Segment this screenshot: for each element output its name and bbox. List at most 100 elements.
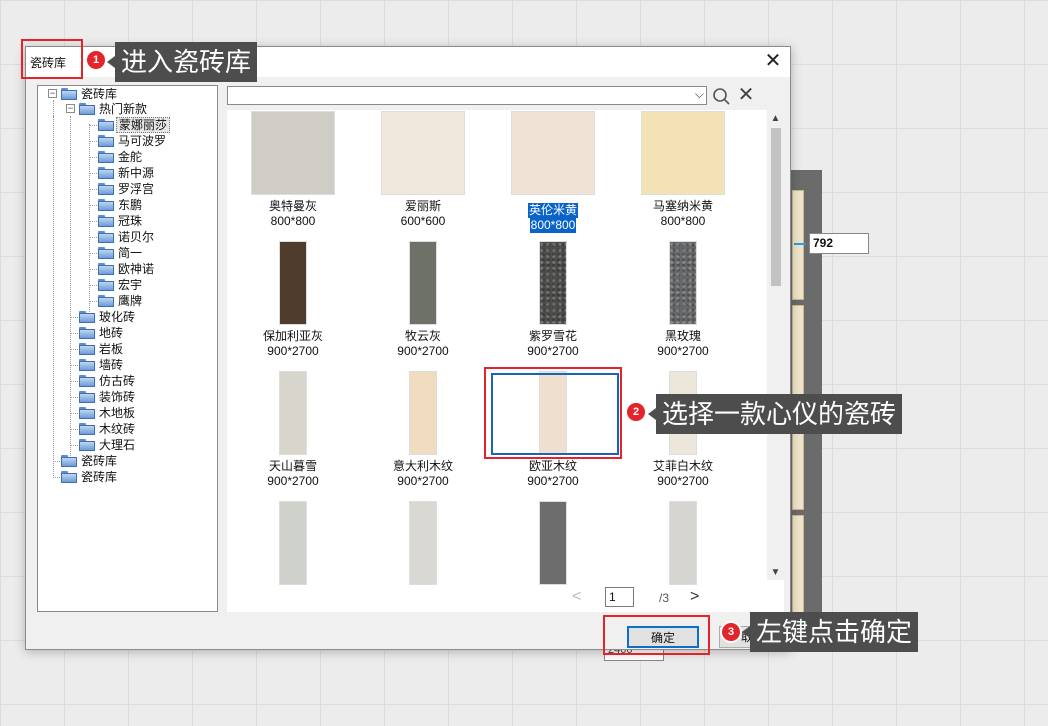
background-tile-strip — [792, 305, 804, 405]
next-page-icon[interactable]: > — [690, 588, 699, 606]
scroll-up-icon[interactable]: ▲ — [767, 112, 784, 126]
tile-item[interactable] — [228, 501, 358, 589]
tile-item[interactable]: 奥特曼灰 800*800 — [228, 111, 358, 229]
tree-item-label: 马可波罗 — [118, 134, 167, 148]
tree-item-brand[interactable]: 宏宇 — [82, 277, 217, 293]
vertical-scrollbar[interactable]: ▲ ▼ — [767, 110, 784, 580]
tile-item[interactable]: 牧云灰 900*2700 — [358, 241, 488, 359]
tree-item-root[interactable]: 瓷砖库 — [45, 453, 215, 469]
tree-item-brand[interactable]: 蒙娜丽莎 — [82, 117, 217, 133]
tree-item-brand[interactable]: 新中源 — [82, 165, 217, 181]
tree-item-label: 瓷砖库 — [81, 454, 118, 468]
close-icon[interactable]: ✕ — [762, 50, 784, 72]
tree-item-brand[interactable]: 欧神诺 — [82, 261, 217, 277]
tile-item[interactable] — [488, 501, 618, 589]
tree-item-category[interactable]: 玻化砖 — [63, 309, 213, 325]
tree-item-category[interactable]: 大理石 — [63, 437, 213, 453]
tile-thumbnail[interactable] — [669, 241, 697, 325]
step-callout-1: 进入瓷砖库 — [106, 42, 258, 82]
chevron-down-icon[interactable]: ⌵ — [695, 87, 704, 102]
tree-item-brand[interactable]: 简一 — [82, 245, 217, 261]
tile-size: 900*2700 — [397, 474, 449, 488]
tree-item-category[interactable]: 岩板 — [63, 341, 213, 357]
folder-icon — [98, 247, 114, 259]
category-tree: − 瓷砖库 − 热门新款 蒙娜丽莎 马可波罗 金舵 新中源 罗浮宫 东鹏 冠珠 诺贝尔 简一 欧神… — [37, 85, 218, 612]
tree-item-root[interactable]: 瓷砖库 — [45, 469, 215, 485]
search-icon[interactable] — [712, 87, 730, 105]
clear-icon[interactable]: ✕ — [736, 85, 756, 105]
tile-thumbnail[interactable] — [409, 501, 437, 585]
tile-item[interactable]: 欧亚木纹 900*2700 — [488, 371, 618, 489]
tree-item-label: 玻化砖 — [99, 310, 136, 324]
collapse-toggle-icon[interactable]: − — [66, 104, 75, 113]
page-input[interactable]: 1 — [605, 587, 634, 607]
tile-thumbnail[interactable] — [539, 241, 567, 325]
tree-item-label: 大理石 — [99, 438, 136, 452]
background-tile-strip — [792, 515, 804, 615]
tile-item[interactable]: 黑玫瑰 900*2700 — [618, 241, 748, 359]
tile-thumbnail[interactable] — [539, 371, 567, 455]
prev-page-icon[interactable]: < — [572, 588, 581, 606]
tile-thumbnail[interactable] — [539, 501, 567, 585]
folder-icon — [79, 327, 95, 339]
folder-icon — [98, 135, 114, 147]
tile-item[interactable]: 爱丽斯 600*600 — [358, 111, 488, 229]
step-callout-2: 选择一款心仪的瓷砖 — [647, 394, 903, 434]
tile-item[interactable]: 马塞纳米黄 800*800 — [618, 111, 748, 229]
tile-item[interactable]: 意大利木纹 900*2700 — [358, 371, 488, 489]
tile-item[interactable]: 天山暮雪 900*2700 — [228, 371, 358, 489]
tree-item-root[interactable]: − 瓷砖库 — [45, 86, 215, 102]
tree-item-category[interactable]: 装饰砖 — [63, 389, 213, 405]
tile-thumbnail[interactable] — [279, 371, 307, 455]
scroll-thumb[interactable] — [771, 128, 781, 286]
step-badge-2: 2 — [627, 403, 645, 421]
tree-item-label: 仿古砖 — [99, 374, 136, 388]
tree-item-brand[interactable]: 东鹏 — [82, 197, 217, 213]
tile-item[interactable]: 保加利亚灰 900*2700 — [228, 241, 358, 359]
tree-item-brand[interactable]: 马可波罗 — [82, 133, 217, 149]
tile-thumbnail[interactable] — [279, 501, 307, 585]
tile-thumbnail[interactable] — [641, 111, 725, 195]
scroll-down-icon[interactable]: ▼ — [767, 566, 784, 580]
tree-item-brand[interactable]: 冠珠 — [82, 213, 217, 229]
tile-grid: 奥特曼灰 800*800 爱丽斯 600*600 英伦米黄 800*800 马塞纳米黄 800… — [227, 110, 784, 612]
dimension-input[interactable]: 792 — [809, 233, 869, 254]
tile-thumbnail[interactable] — [511, 111, 595, 195]
ok-button[interactable]: 确定 — [627, 626, 699, 648]
tree-item-category[interactable]: 仿古砖 — [63, 373, 213, 389]
tree-item-brand[interactable]: 诺贝尔 — [82, 229, 217, 245]
tile-thumbnail[interactable] — [279, 241, 307, 325]
tile-size: 900*2700 — [657, 344, 709, 358]
tile-thumbnail[interactable] — [669, 501, 697, 585]
tree-item-brand[interactable]: 金舵 — [82, 149, 217, 165]
tile-item[interactable] — [618, 501, 748, 589]
folder-icon — [98, 231, 114, 243]
tree-item-label: 岩板 — [99, 342, 124, 356]
tree-item-category[interactable]: 木纹砖 — [63, 421, 213, 437]
tile-item[interactable]: 英伦米黄 800*800 — [488, 111, 618, 233]
tree-item-brand[interactable]: 鹰牌 — [82, 293, 217, 309]
tile-thumbnail[interactable] — [251, 111, 335, 195]
tree-item-hot[interactable]: − 热门新款 — [63, 101, 213, 117]
folder-icon — [79, 407, 95, 419]
folder-icon — [79, 103, 95, 115]
tree-item-category[interactable]: 墙砖 — [63, 357, 213, 373]
search-input[interactable]: ⌵ — [227, 86, 707, 105]
tile-thumbnail[interactable] — [409, 241, 437, 325]
tree-item-category[interactable]: 木地板 — [63, 405, 213, 421]
tile-thumbnail[interactable] — [381, 111, 465, 195]
tile-item[interactable] — [358, 501, 488, 589]
tree-item-category[interactable]: 地砖 — [63, 325, 213, 341]
tree-item-brand[interactable]: 罗浮宫 — [82, 181, 217, 197]
collapse-toggle-icon[interactable]: − — [48, 89, 57, 98]
tile-thumbnail[interactable] — [409, 371, 437, 455]
folder-icon — [98, 167, 114, 179]
folder-icon — [79, 439, 95, 451]
tree-item-label: 简一 — [118, 246, 143, 260]
tile-item[interactable]: 紫罗雪花 900*2700 — [488, 241, 618, 359]
folder-icon — [79, 359, 95, 371]
dimension-line — [794, 243, 806, 245]
tree-item-label: 鹰牌 — [118, 294, 143, 308]
tile-name: 意大利木纹 — [392, 459, 453, 473]
folder-icon — [79, 375, 95, 387]
